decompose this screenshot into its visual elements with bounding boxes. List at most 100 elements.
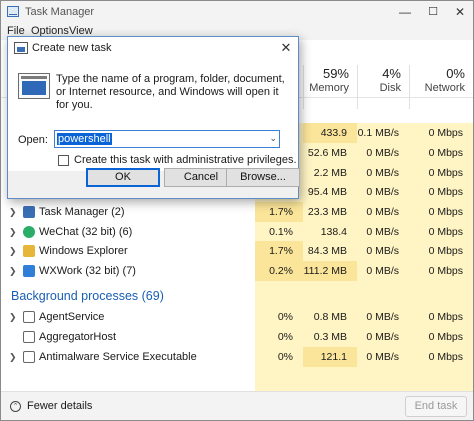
chevron-right-icon[interactable]: ❯	[9, 261, 17, 281]
network-cell: 0 Mbps	[409, 143, 473, 163]
table-row[interactable]: ❯ WeChat (32 bit) (6) 0.1% 138.4 MB 0 MB…	[1, 222, 473, 258]
disk-cell: 0 MB/s	[357, 347, 409, 367]
admin-privileges-label[interactable]: Create this task with administrative pri…	[74, 154, 297, 166]
table-row[interactable]: ❯ AgentService 0% 0.8 MB 0 MB/s 0 Mbps	[1, 307, 473, 327]
chevron-down-icon[interactable]: ⌄	[269, 133, 277, 144]
open-label: Open:	[18, 134, 48, 146]
cpu-cell	[255, 367, 303, 391]
cpu-cell: 0%	[255, 347, 303, 367]
dialog-prompt: Type the name of a program, folder, docu…	[56, 73, 285, 111]
window-title: Task Manager	[25, 6, 95, 18]
admin-privileges-checkbox[interactable]	[58, 155, 69, 166]
memory-cell: 138.4 MB	[303, 222, 357, 258]
network-cell: 0 Mbps	[409, 163, 473, 183]
memory-cell: 23.3 MB	[303, 202, 357, 222]
network-cell: 0 Mbps	[409, 202, 473, 222]
memory-cell: 121.1 MB	[303, 347, 357, 383]
table-row[interactable]: AggregatorHost 0% 0.3 MB 0 MB/s 0 Mbps	[1, 327, 473, 347]
disk-cell: 0 MB/s	[357, 202, 409, 222]
process-name: AgentService	[39, 311, 105, 323]
chevron-right-icon[interactable]: ❯	[9, 307, 17, 327]
process-icon	[23, 311, 35, 323]
disk-cell: 0.1 MB/s	[357, 123, 409, 143]
task-manager-icon	[7, 6, 19, 17]
fewer-details-link[interactable]: Fewer details	[27, 400, 92, 412]
task-manager-icon	[23, 206, 35, 218]
column-header-memory[interactable]: 59% Memory	[303, 40, 357, 98]
table-row[interactable]: ❯ Task Manager (2) 1.7% 23.3 MB 0 MB/s 0…	[1, 202, 473, 222]
network-label: Network	[424, 82, 465, 94]
close-button[interactable]: ✕	[446, 1, 474, 23]
memory-cell: 433.9 MB	[303, 123, 357, 159]
network-cell: 0 Mbps	[409, 307, 473, 327]
folder-icon	[23, 245, 35, 257]
disk-percent: 4%	[382, 66, 401, 81]
dialog-close-button[interactable]: ✕	[278, 40, 294, 56]
disk-cell	[357, 367, 409, 391]
wechat-icon	[23, 226, 35, 238]
network-cell: 0 Mbps	[409, 222, 473, 242]
memory-label: Memory	[309, 82, 349, 94]
process-name: Task Manager (2)	[39, 206, 125, 218]
dialog-title-bar: Create new task ✕	[8, 37, 298, 59]
disk-cell: 0 MB/s	[357, 163, 409, 183]
column-header-disk[interactable]: 4% Disk	[357, 40, 409, 98]
network-cell: 0 Mbps	[409, 182, 473, 202]
chevron-right-icon[interactable]: ❯	[9, 241, 17, 261]
ok-button[interactable]: OK	[86, 168, 160, 187]
process-name: Windows Explorer	[39, 245, 128, 257]
memory-cell: 95.4 MB	[303, 182, 357, 202]
disk-label: Disk	[379, 82, 401, 94]
process-icon	[23, 351, 35, 363]
column-header-network[interactable]: 0% Network	[409, 40, 473, 98]
table-row[interactable]: ❯ Antimalware Service Executable 0% 121.…	[1, 347, 473, 383]
dialog-title: Create new task	[32, 42, 112, 54]
chevron-right-icon[interactable]: ❯	[9, 202, 17, 222]
disk-cell: 0 MB/s	[357, 307, 409, 327]
open-combobox[interactable]: powershell ⌄	[54, 130, 280, 148]
cpu-cell: 0.1%	[255, 222, 303, 242]
memory-cell	[303, 367, 357, 391]
cpu-cell: 0%	[255, 307, 303, 327]
background-processes-heading: Background processes (69)	[11, 289, 164, 303]
column-divider	[357, 65, 358, 109]
memory-cell: 84.3 MB	[303, 241, 357, 261]
end-task-button[interactable]: End task	[405, 396, 467, 417]
memory-cell: 0.3 MB	[303, 327, 357, 347]
status-bar: ⌃ Fewer details End task	[1, 391, 473, 420]
column-divider	[409, 65, 410, 109]
chevron-right-icon[interactable]: ❯	[9, 222, 17, 242]
run-program-icon	[18, 73, 50, 99]
disk-cell: 0 MB/s	[357, 182, 409, 202]
table-row[interactable]: ❯ Windows Explorer 1.7% 84.3 MB 0 MB/s 0…	[1, 241, 473, 261]
memory-cell: 111.2 MB	[303, 261, 357, 281]
network-cell	[409, 367, 473, 391]
memory-cell	[303, 281, 357, 307]
table-row[interactable]: ❯ WXWork (32 bit) (7) 0.2% 111.2 MB 0 MB…	[1, 261, 473, 281]
disk-cell: 0 MB/s	[357, 222, 409, 242]
network-cell: 0 Mbps	[409, 327, 473, 347]
disk-cell: 0 MB/s	[357, 261, 409, 281]
memory-percent: 59%	[322, 66, 349, 81]
minimize-button[interactable]: —	[391, 1, 419, 23]
open-input-value[interactable]: powershell	[57, 133, 112, 145]
cpu-cell: 1.7%	[255, 202, 303, 222]
table-row[interactable]	[1, 367, 473, 391]
network-cell: 0 Mbps	[409, 123, 473, 143]
create-new-task-dialog: Create new task ✕ Type the name of a pro…	[7, 36, 300, 199]
browse-button[interactable]: Browse...	[226, 168, 300, 187]
disk-cell: 0 MB/s	[357, 327, 409, 347]
process-icon	[23, 331, 35, 343]
chevron-right-icon[interactable]: ❯	[9, 347, 17, 367]
network-cell: 0 Mbps	[409, 241, 473, 261]
wxwork-icon	[23, 265, 35, 277]
maximize-button[interactable]: ☐	[419, 1, 447, 23]
memory-cell: 2.2 MB	[303, 163, 357, 183]
chevron-up-icon[interactable]: ⌃	[10, 401, 21, 412]
dialog-body: Type the name of a program, folder, docu…	[8, 59, 298, 171]
network-cell	[409, 281, 473, 307]
process-name: WeChat (32 bit) (6)	[39, 226, 133, 238]
cpu-cell	[255, 281, 303, 307]
disk-cell: 0 MB/s	[357, 143, 409, 163]
network-percent: 0%	[446, 66, 465, 81]
